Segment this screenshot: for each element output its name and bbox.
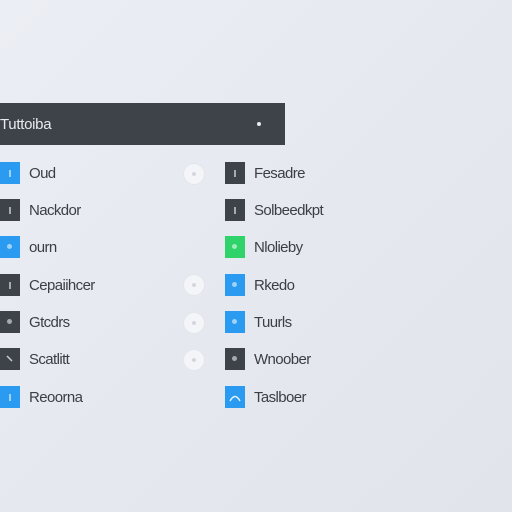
left-item-2[interactable]: ourn — [0, 235, 57, 259]
radio-toggle[interactable] — [183, 349, 205, 371]
left-item-5-label: Scatlitt — [29, 350, 70, 368]
left-item-6[interactable]: Reoorna — [0, 385, 83, 409]
right-item-4[interactable]: Tuurls — [225, 310, 292, 334]
right-item-0[interactable]: Fesadre — [225, 161, 305, 185]
header-bar[interactable]: Tuttoiba — [0, 103, 285, 145]
left-item-2-icon — [0, 236, 20, 258]
left-item-4[interactable]: Gtcdrs — [0, 310, 70, 334]
arc-icon — [225, 386, 245, 408]
left-item-0-icon — [0, 162, 20, 184]
right-item-5-label: Wnoober — [254, 350, 311, 368]
right-item-6[interactable]: Taslboer — [225, 385, 307, 409]
left-item-0-label: Oud — [29, 164, 56, 182]
left-item-5-icon — [0, 348, 20, 370]
right-item-0-icon — [225, 162, 245, 184]
left-item-3-label: Cepaiihcer — [29, 276, 95, 294]
left-item-4-icon — [0, 311, 20, 333]
right-item-3-label: Rkedo — [254, 276, 295, 294]
left-item-5[interactable]: Scatlitt — [0, 347, 70, 371]
right-item-3-icon — [225, 274, 245, 296]
radio-toggle[interactable] — [183, 163, 205, 185]
right-item-6-label: Taslboer — [254, 388, 307, 406]
left-item-1-icon — [0, 199, 20, 221]
right-item-1-label: Solbeedkpt — [254, 201, 324, 219]
right-item-5[interactable]: Wnoober — [225, 347, 311, 371]
left-item-3-icon — [0, 274, 20, 296]
right-item-4-label: Tuurls — [254, 313, 292, 331]
right-item-6-icon — [225, 386, 245, 408]
header-menu-dot-icon[interactable] — [257, 122, 261, 126]
left-item-1-label: Nackdor — [29, 201, 81, 219]
radio-toggle[interactable] — [183, 312, 205, 334]
right-item-4-icon — [225, 311, 245, 333]
left-item-3[interactable]: Cepaiihcer — [0, 273, 95, 297]
right-item-3[interactable]: Rkedo — [225, 273, 295, 297]
left-item-2-label: ourn — [29, 238, 57, 256]
left-item-1[interactable]: Nackdor — [0, 198, 81, 222]
radio-toggle[interactable] — [183, 274, 205, 296]
right-item-2-icon — [225, 236, 245, 258]
right-item-1-icon — [225, 199, 245, 221]
left-item-4-label: Gtcdrs — [29, 313, 70, 331]
settings-panel: Tuttoiba Oud Nackdor ourn Cepaiihcer Gtc… — [0, 0, 512, 512]
left-item-6-icon — [0, 386, 20, 408]
right-item-0-label: Fesadre — [254, 164, 305, 182]
chevron-icon — [0, 348, 20, 370]
right-item-5-icon — [225, 348, 245, 370]
right-item-1[interactable]: Solbeedkpt — [225, 198, 324, 222]
header-title: Tuttoiba — [0, 116, 52, 133]
right-item-2[interactable]: Nlolieby — [225, 235, 303, 259]
right-item-2-label: Nlolieby — [254, 238, 303, 256]
left-item-6-label: Reoorna — [29, 388, 83, 406]
left-item-0[interactable]: Oud — [0, 161, 56, 185]
